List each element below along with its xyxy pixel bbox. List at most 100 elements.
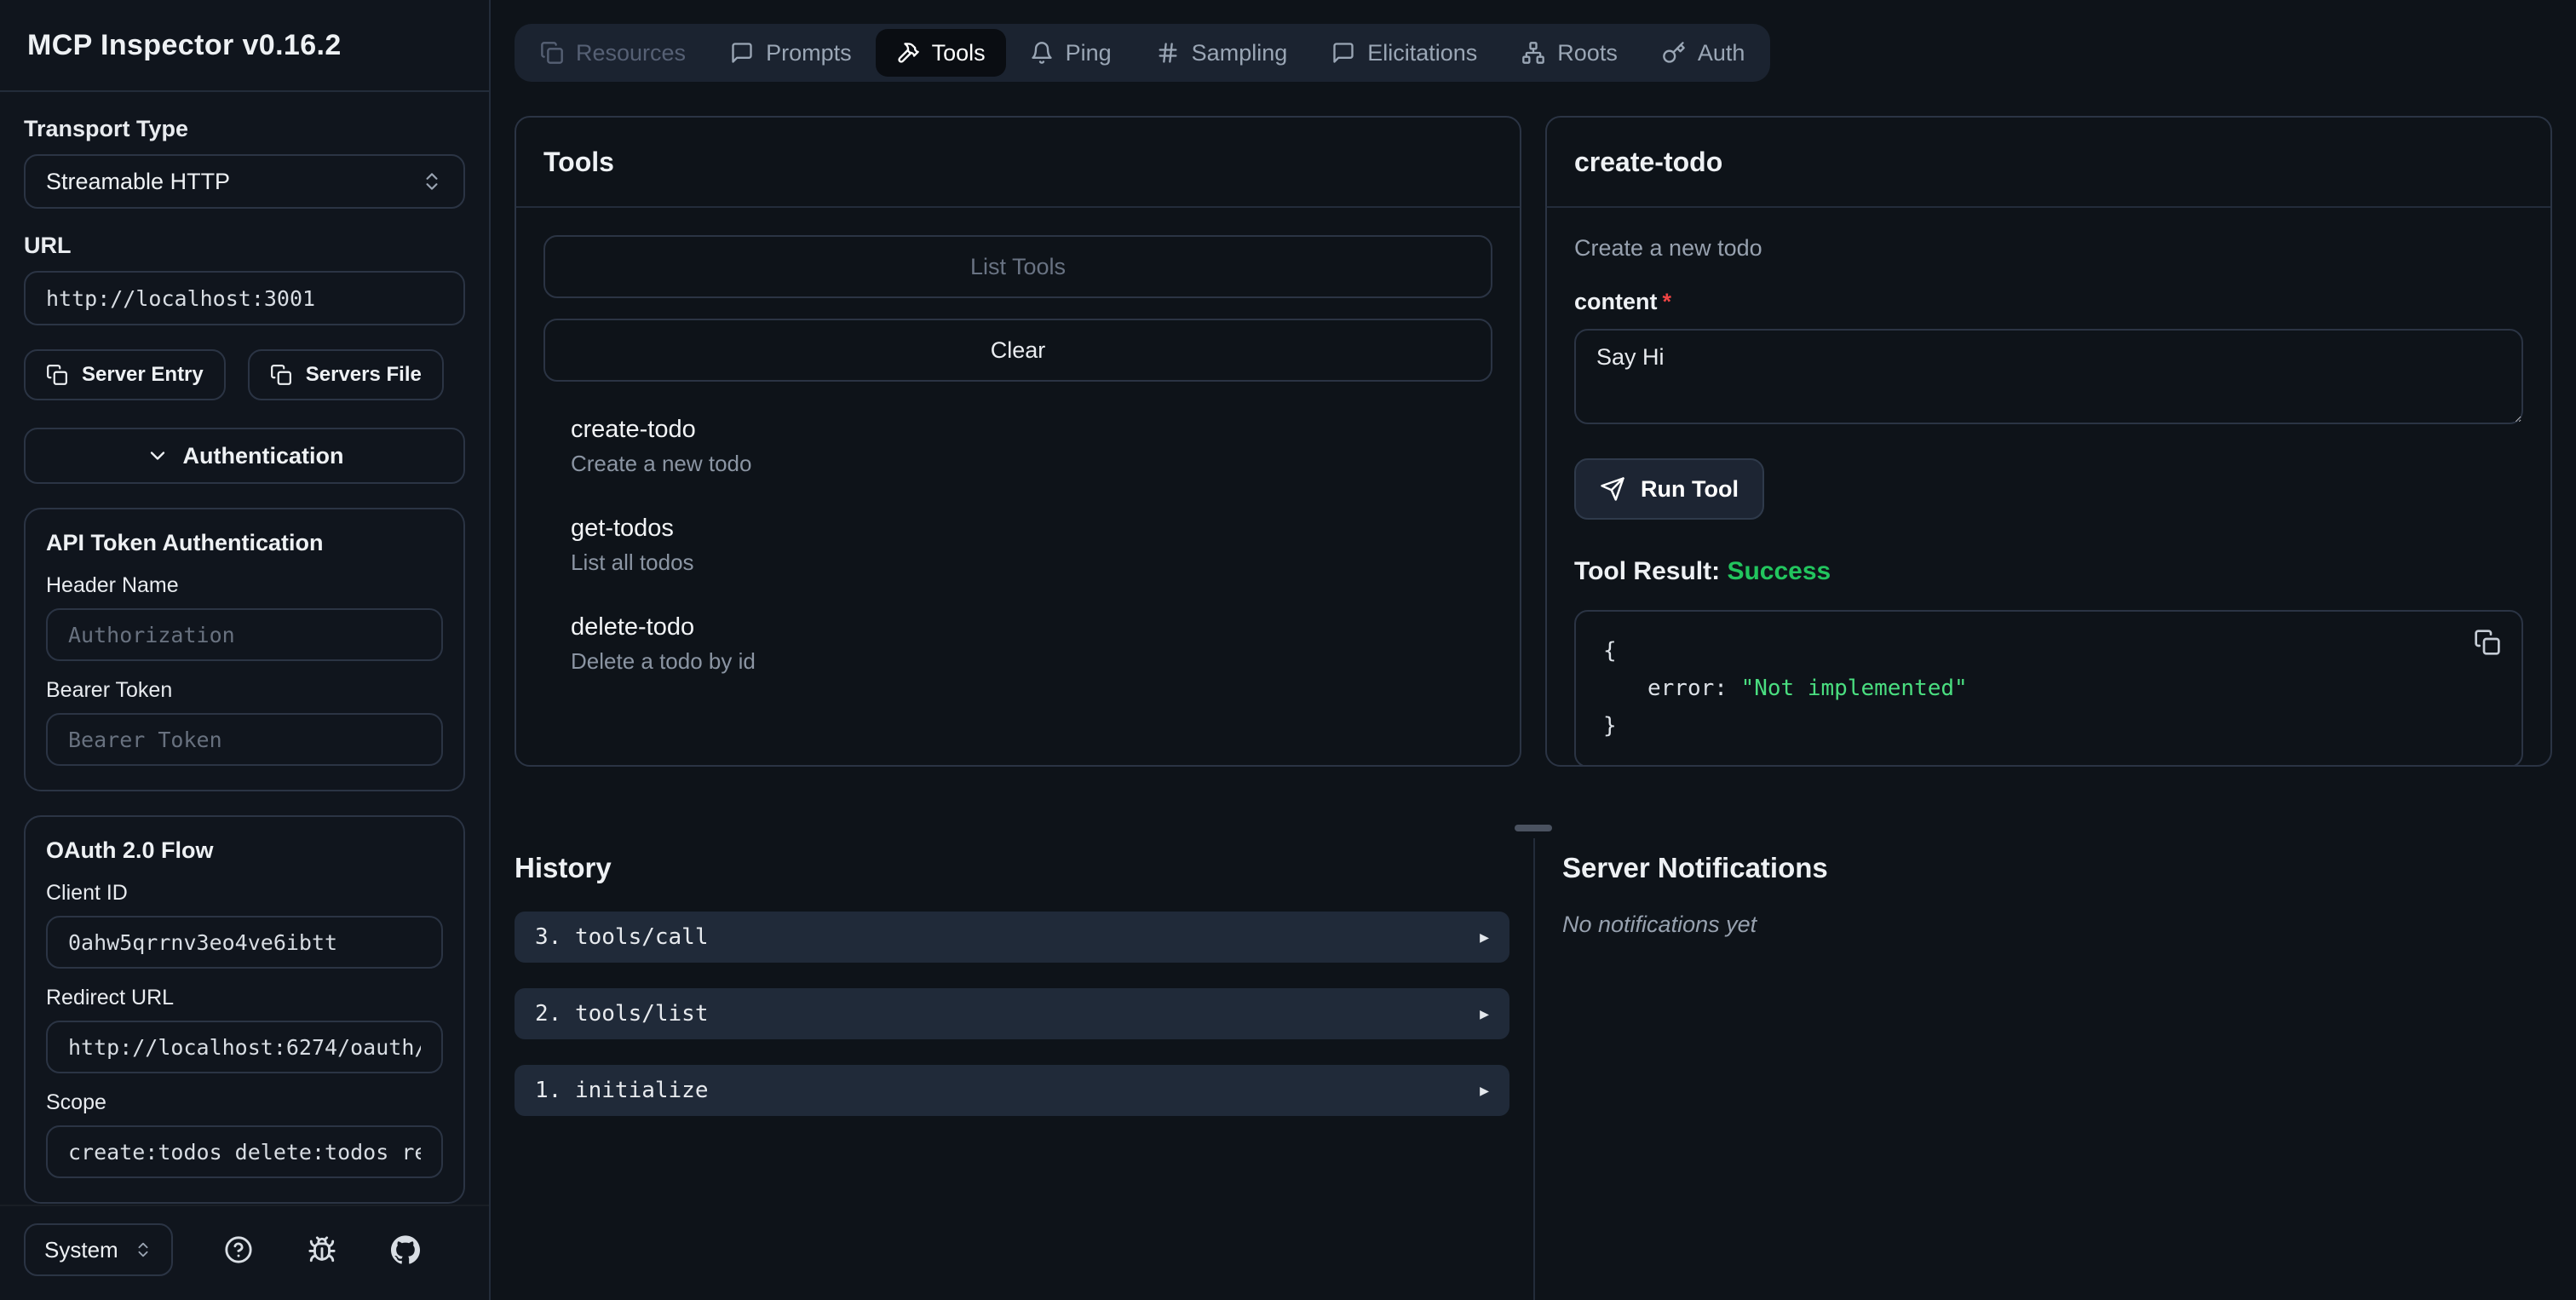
- transport-type-label: Transport Type: [24, 116, 189, 141]
- tools-panel: Tools List Tools Clear create-todo Creat…: [515, 116, 1521, 767]
- theme-select[interactable]: System: [24, 1223, 173, 1276]
- run-tool-button[interactable]: Run Tool: [1574, 458, 1764, 520]
- notifications-empty-text: No notifications yet: [1562, 912, 1757, 937]
- tool-detail-body: Create a new todo content * Say Hi Run To…: [1547, 208, 2550, 765]
- chevrons-up-down-icon: [421, 170, 443, 193]
- clear-tools-button[interactable]: Clear: [543, 319, 1492, 382]
- horizontal-splitter[interactable]: [491, 818, 2576, 838]
- list-tools-button[interactable]: List Tools: [543, 235, 1492, 298]
- tools-panel-body: List Tools Clear create-todo Create a ne…: [516, 208, 1520, 765]
- tools-panel-title: Tools: [516, 118, 1520, 208]
- history-list: 3. tools/call ▶ 2. tools/list ▶ 1. initi…: [515, 912, 1509, 1116]
- sidebar-content: Transport Type Streamable HTTP URL Serve…: [0, 92, 489, 1205]
- tool-list-item[interactable]: get-todos List all todos: [543, 515, 1492, 576]
- bearer-token-label: Bearer Token: [46, 678, 173, 702]
- history-panel: History 3. tools/call ▶ 2. tools/list ▶ …: [491, 838, 1533, 1300]
- tab-roots[interactable]: Roots: [1501, 29, 1638, 77]
- files-icon: [540, 41, 564, 65]
- bell-icon: [1030, 41, 1054, 65]
- code-key: error:: [1647, 676, 1728, 702]
- theme-value: System: [44, 1236, 118, 1263]
- tool-detail-panel: create-todo Create a new todo content * S…: [1545, 116, 2552, 767]
- client-id-label: Client ID: [46, 881, 128, 905]
- tabbar-row: Resources Prompts Tools Ping Sampling El…: [491, 0, 2576, 82]
- servers-file-button[interactable]: Servers File: [247, 349, 444, 400]
- oauth-flow-title: OAuth 2.0 Flow: [46, 837, 214, 863]
- tool-result-line: Tool Result: Success: [1574, 557, 1831, 585]
- api-token-auth-section: API Token Authentication Header Name Bea…: [24, 508, 465, 791]
- url-input[interactable]: [24, 271, 465, 325]
- tool-result-code: { error: "Not implemented" }: [1574, 610, 2523, 765]
- expand-icon: ▶: [1480, 928, 1489, 946]
- tab-elicitations[interactable]: Elicitations: [1311, 29, 1498, 77]
- top-pane: Tools List Tools Clear create-todo Creat…: [491, 82, 2576, 767]
- param-content-input[interactable]: Say Hi: [1574, 329, 2523, 424]
- copy-icon: [46, 364, 68, 386]
- bug-icon: [308, 1235, 336, 1264]
- message-icon: [1331, 41, 1355, 65]
- copy-buttons-row: Server Entry Servers File: [24, 349, 465, 400]
- history-item[interactable]: 3. tools/call ▶: [515, 912, 1509, 963]
- hash-icon: [1156, 41, 1180, 65]
- redirect-url-input[interactable]: [46, 1021, 443, 1073]
- chevron-down-icon: [146, 444, 170, 468]
- required-marker: *: [1662, 289, 1672, 314]
- api-token-auth-title: API Token Authentication: [46, 530, 324, 555]
- client-id-input[interactable]: [46, 916, 443, 969]
- expand-icon: ▶: [1480, 1004, 1489, 1023]
- github-button[interactable]: [391, 1235, 420, 1264]
- hammer-icon: [896, 41, 920, 65]
- server-notifications-panel: Server Notifications No notifications ye…: [1533, 838, 2576, 1300]
- tab-sampling[interactable]: Sampling: [1136, 29, 1308, 77]
- tool-detail-description: Create a new todo: [1574, 235, 1762, 261]
- param-content-label: content *: [1574, 289, 1672, 314]
- tab-resources: Resources: [520, 29, 706, 77]
- help-icon: [224, 1235, 253, 1264]
- tab-tools[interactable]: Tools: [875, 29, 1006, 77]
- bottom-pane: History 3. tools/call ▶ 2. tools/list ▶ …: [491, 838, 2576, 1300]
- tab-prompts[interactable]: Prompts: [710, 29, 872, 77]
- tool-list: create-todo Create a new todo get-todos …: [543, 416, 1492, 675]
- header-name-input[interactable]: [46, 608, 443, 661]
- send-icon: [1600, 476, 1625, 502]
- github-icon: [391, 1235, 420, 1264]
- app-window: MCP Inspector v0.16.2 Transport Type Str…: [0, 0, 2576, 1300]
- message-icon: [730, 41, 754, 65]
- help-button[interactable]: [224, 1235, 253, 1264]
- server-notifications-title: Server Notifications: [1562, 852, 1828, 883]
- tool-list-item[interactable]: delete-todo Delete a todo by id: [543, 613, 1492, 675]
- copy-icon: [270, 364, 292, 386]
- history-item[interactable]: 2. tools/list ▶: [515, 988, 1509, 1039]
- header-name-label: Header Name: [46, 573, 179, 597]
- key-icon: [1662, 41, 1686, 65]
- result-status-badge: Success: [1727, 557, 1831, 585]
- debug-button[interactable]: [308, 1235, 336, 1264]
- expand-icon: ▶: [1480, 1081, 1489, 1100]
- scope-label: Scope: [46, 1090, 106, 1114]
- transport-type-value: Streamable HTTP: [46, 168, 231, 194]
- scope-input[interactable]: [46, 1125, 443, 1178]
- bearer-token-input[interactable]: [46, 713, 443, 766]
- history-item[interactable]: 1. initialize ▶: [515, 1065, 1509, 1116]
- oauth-flow-section: OAuth 2.0 Flow Client ID Redirect URL Sc…: [24, 815, 465, 1204]
- copy-result-button[interactable]: [2474, 629, 2501, 656]
- code-string: "Not implemented": [1740, 676, 1968, 702]
- splitter-handle-icon: [1515, 825, 1552, 831]
- tool-detail-title: create-todo: [1547, 118, 2550, 208]
- tabbar: Resources Prompts Tools Ping Sampling El…: [515, 24, 1771, 82]
- copy-icon: [2474, 629, 2501, 656]
- server-entry-button[interactable]: Server Entry: [24, 349, 226, 400]
- code-line: {: [1603, 638, 1617, 664]
- tab-ping[interactable]: Ping: [1009, 29, 1132, 77]
- code-line: }: [1603, 713, 1617, 739]
- app-title: MCP Inspector v0.16.2: [0, 0, 489, 92]
- sidebar-footer: System: [0, 1205, 489, 1300]
- history-title: History: [515, 852, 612, 883]
- code-line: error: "Not implemented": [1603, 670, 2494, 707]
- chevrons-up-down-icon: [134, 1240, 152, 1259]
- tool-list-item[interactable]: create-todo Create a new todo: [543, 416, 1492, 477]
- url-label: URL: [24, 233, 72, 258]
- authentication-toggle[interactable]: Authentication: [24, 428, 465, 484]
- tab-auth[interactable]: Auth: [1642, 29, 1766, 77]
- transport-type-select[interactable]: Streamable HTTP: [24, 154, 465, 209]
